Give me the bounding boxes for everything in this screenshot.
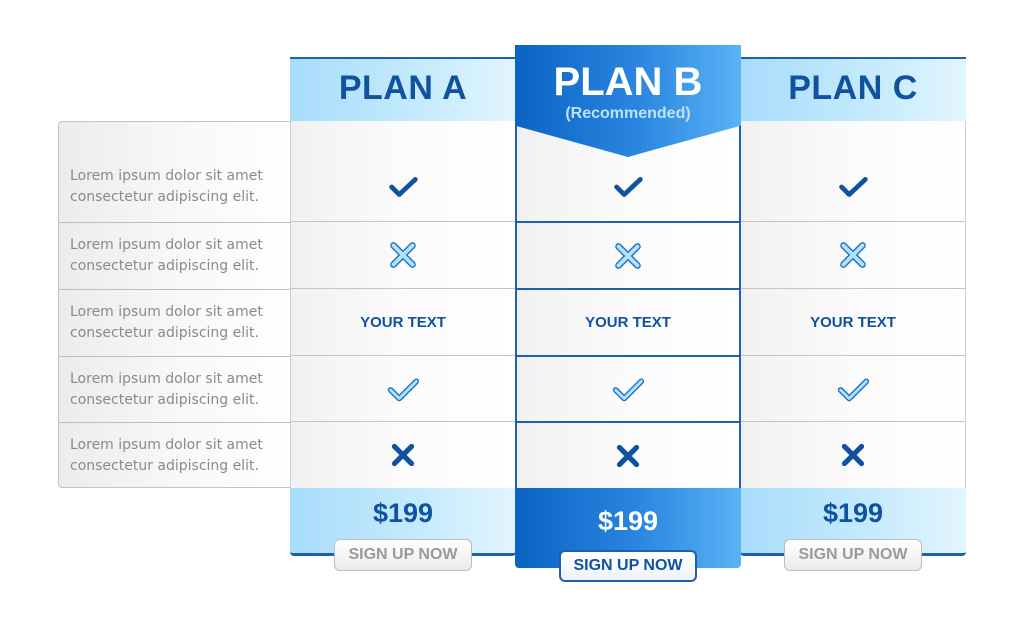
plan-b-title: PLAN B (553, 60, 703, 104)
plan-a-cell-3: YOUR TEXT (291, 288, 515, 355)
check-dark-icon (389, 176, 418, 197)
check-light-icon (612, 378, 645, 402)
plan-c-signup-button[interactable]: SIGN UP NOW (784, 539, 922, 571)
cross-dark-icon (616, 444, 640, 467)
feature-label-line2: consectetur adipiscing elit. (70, 189, 259, 205)
feature-label-line2: consectetur adipiscing elit. (70, 325, 259, 341)
plan-b-cell-3: YOUR TEXT (517, 288, 739, 355)
cross-dark-icon (841, 443, 865, 467)
feature-label-line1: Lorem ipsum dolor sit amet (70, 304, 263, 320)
feature-row: Lorem ipsum dolor sit amet consectetur a… (59, 222, 297, 289)
feature-label-line2: consectetur adipiscing elit. (70, 258, 259, 274)
plan-c-title: PLAN C (788, 69, 918, 107)
plan-a-body: YOUR TEXT (290, 121, 516, 488)
feature-row: Lorem ipsum dolor sit amet consectetur a… (59, 356, 297, 422)
feature-label-line1: Lorem ipsum dolor sit amet (70, 168, 263, 184)
cross-dark-icon (391, 443, 415, 467)
plan-c-cell-5 (741, 421, 965, 488)
plan-b-price: $199 (597, 506, 659, 536)
plan-b-cell-5 (517, 421, 739, 488)
feature-labels-column: Lorem ipsum dolor sit amet consectetur a… (58, 121, 298, 488)
cell-text: YOUR TEXT (810, 313, 896, 331)
plan-c-header: PLAN C (740, 57, 966, 121)
plan-a-signup-button[interactable]: SIGN UP NOW (334, 539, 472, 571)
plan-a-cell-2 (291, 221, 515, 288)
plan-b-signup-button[interactable]: SIGN UP NOW (559, 550, 697, 582)
plan-a-cell-5 (291, 421, 515, 488)
feature-label-line2: consectetur adipiscing elit. (70, 391, 259, 408)
cross-light-icon (615, 242, 641, 269)
plan-a-title: PLAN A (338, 69, 468, 107)
feature-row: Lorem ipsum dolor sit amet consectetur a… (59, 422, 297, 488)
plan-c-price: $199 (822, 498, 884, 528)
plan-b-column: YOUR TEXT PLAN B (Recommended) $199 SIGN… (515, 45, 741, 582)
cell-text: YOUR TEXT (585, 314, 671, 331)
feature-label-line1: Lorem ipsum dolor sit amet (70, 237, 263, 253)
plan-b-cell-2 (517, 221, 739, 288)
check-dark-icon (839, 176, 868, 197)
check-light-icon (837, 378, 870, 401)
feature-label-line2: consectetur adipiscing elit. (70, 457, 259, 474)
plan-b-body: YOUR TEXT (515, 121, 741, 488)
feature-row: Lorem ipsum dolor sit amet consectetur a… (59, 289, 297, 356)
plan-a-cell-1 (291, 121, 515, 221)
plan-a-price: $199 (372, 498, 434, 528)
cross-light-icon (390, 242, 416, 268)
plan-a-header: PLAN A (290, 57, 516, 121)
cell-text: YOUR TEXT (360, 313, 446, 331)
plan-c-cell-1 (741, 121, 965, 221)
plan-b-recommended-label: (Recommended) (565, 105, 691, 122)
cross-light-icon (840, 242, 866, 268)
check-dark-icon (614, 176, 643, 197)
feature-label-line1: Lorem ipsum dolor sit amet (70, 370, 263, 387)
feature-label-line1: Lorem ipsum dolor sit amet (70, 436, 263, 453)
check-light-icon (387, 378, 420, 401)
plan-c-cell-3: YOUR TEXT (741, 288, 965, 355)
plan-a-cell-4 (291, 355, 515, 421)
feature-row: Lorem ipsum dolor sit amet consectetur a… (59, 122, 297, 222)
plan-b-cell-4 (517, 355, 739, 421)
plan-c-cell-4 (741, 355, 965, 421)
plan-c-cell-2 (741, 221, 965, 288)
plan-c-body: YOUR TEXT (740, 121, 966, 488)
